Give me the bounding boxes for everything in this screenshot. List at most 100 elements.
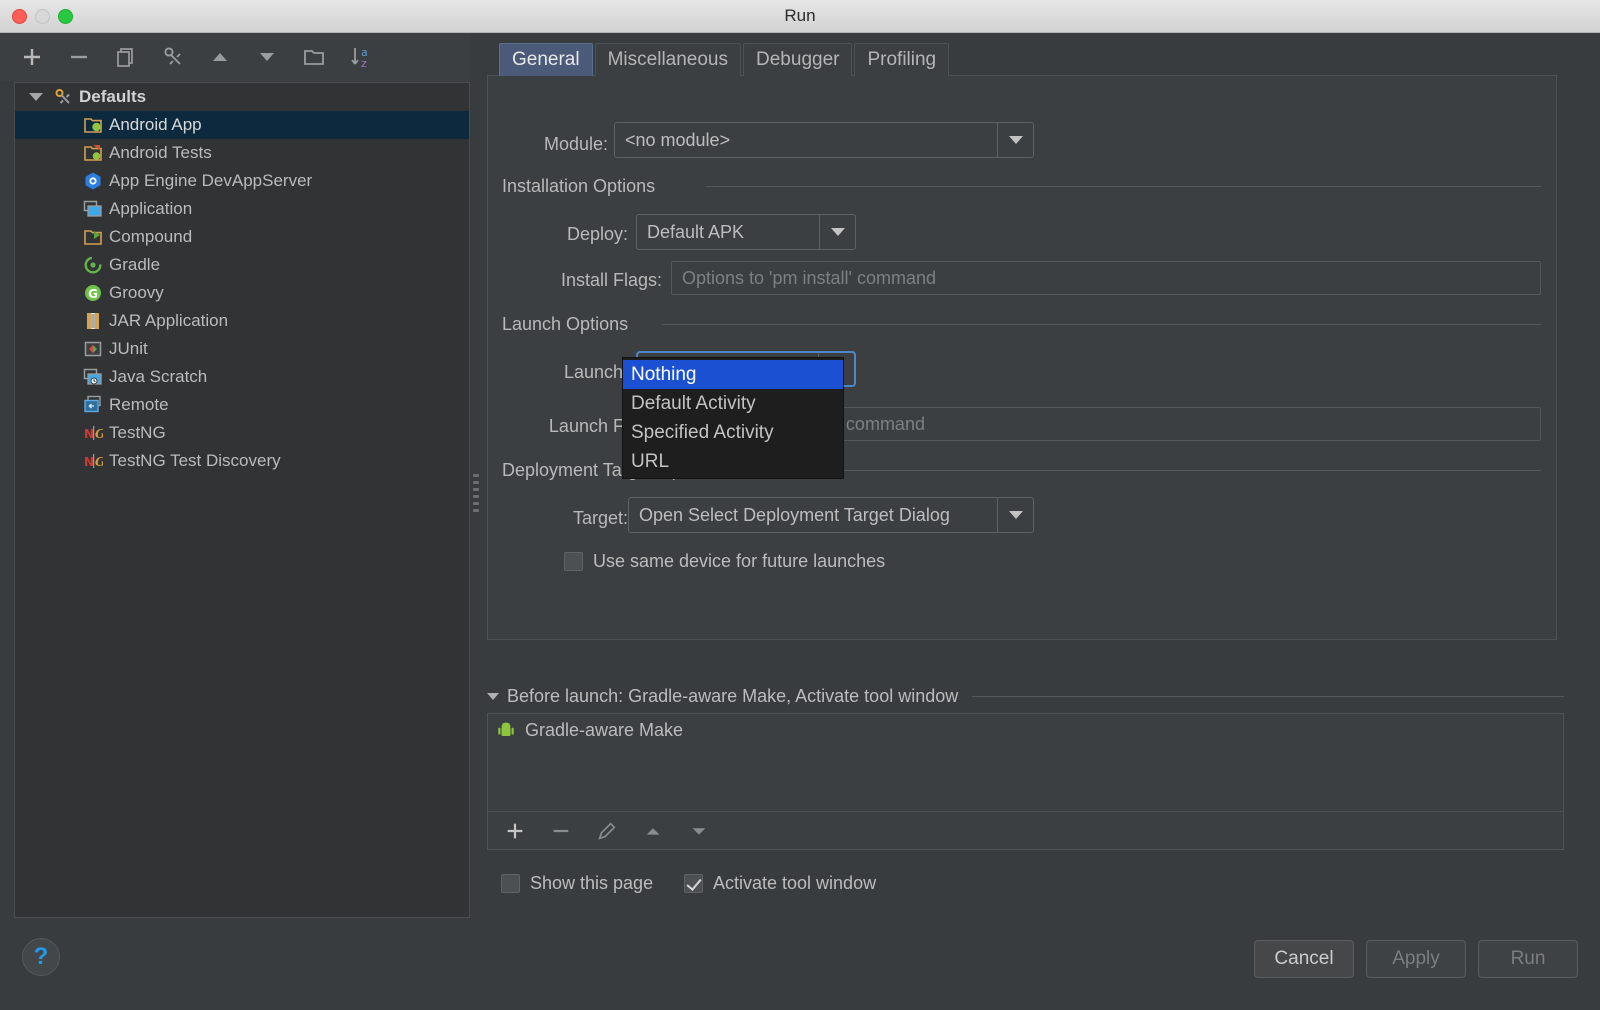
configurations-tree[interactable]: Defaults Android App Android Tests <box>14 82 470 918</box>
tab-label: Debugger <box>756 49 839 71</box>
button-label: Cancel <box>1274 948 1333 970</box>
svg-text:N: N <box>84 427 94 441</box>
sidebar-item-jar-application[interactable]: JAR Application <box>15 307 469 335</box>
sidebar-item-android-app[interactable]: Android App <box>15 111 469 139</box>
run-button[interactable]: Run <box>1478 940 1578 978</box>
apply-button[interactable]: Apply <box>1366 940 1466 978</box>
sidebar-item-label: Compound <box>109 227 192 247</box>
launch-label: Launch: <box>502 362 628 383</box>
remove-configuration-button[interactable] <box>65 43 93 71</box>
configurations-toolbar: a z <box>0 33 470 81</box>
install-flags-input[interactable]: Options to 'pm install' command <box>671 261 1541 295</box>
sidebar-item-application[interactable]: Application <box>15 195 469 223</box>
sidebar-item-label: TestNG <box>109 423 166 443</box>
sidebar-item-junit[interactable]: JUnit <box>15 335 469 363</box>
installation-options-title: Installation Options <box>502 176 665 197</box>
before-launch-header[interactable]: Before launch: Gradle-aware Make, Activa… <box>487 686 1564 707</box>
android-tests-icon <box>83 143 103 163</box>
move-down-button[interactable] <box>253 43 281 71</box>
chevron-down-icon[interactable] <box>487 693 499 700</box>
deploy-value: Default APK <box>637 215 819 249</box>
option-label: Default Activity <box>631 393 756 415</box>
sidebar-item-label: Application <box>109 199 192 219</box>
edit-templates-button[interactable] <box>159 43 187 71</box>
sidebar-item-testng[interactable]: N G TestNG <box>15 419 469 447</box>
section-divider <box>788 470 1541 471</box>
checkbox-box[interactable] <box>501 874 520 893</box>
launch-option-url[interactable]: URL <box>623 447 843 476</box>
svg-text:G: G <box>88 287 98 301</box>
edit-task-button[interactable] <box>594 818 620 844</box>
chevron-down-icon[interactable] <box>819 215 855 249</box>
tree-root-defaults[interactable]: Defaults <box>15 83 469 111</box>
sidebar-item-android-tests[interactable]: Android Tests <box>15 139 469 167</box>
splitter-grip[interactable] <box>473 474 479 526</box>
before-launch-task-list[interactable]: Gradle-aware Make <box>487 713 1564 812</box>
section-divider <box>972 696 1564 697</box>
launch-dropdown-popup[interactable]: Nothing Default Activity Specified Activ… <box>622 357 844 479</box>
sidebar-item-groovy[interactable]: G Groovy <box>15 279 469 307</box>
tab-general[interactable]: General <box>499 43 593 76</box>
create-folder-button[interactable] <box>300 43 328 71</box>
tab-debugger[interactable]: Debugger <box>743 43 852 76</box>
activate-tool-window-checkbox[interactable]: Activate tool window <box>684 873 876 894</box>
compound-icon <box>83 227 103 247</box>
launch-option-nothing[interactable]: Nothing <box>623 360 843 389</box>
help-button[interactable]: ? <box>22 938 60 976</box>
launch-option-default-activity[interactable]: Default Activity <box>623 389 843 418</box>
sort-configurations-button[interactable]: a z <box>347 43 375 71</box>
tab-label: General <box>512 49 580 71</box>
add-configuration-button[interactable] <box>18 43 46 71</box>
target-combobox[interactable]: Open Select Deployment Target Dialog <box>628 497 1034 533</box>
android-icon <box>496 721 516 741</box>
pane-splitter[interactable] <box>472 82 480 918</box>
activate-tool-window-label: Activate tool window <box>713 873 876 894</box>
show-this-page-checkbox[interactable]: Show this page <box>501 873 653 894</box>
before-launch-task-row[interactable]: Gradle-aware Make <box>488 714 1563 741</box>
move-task-down-button[interactable] <box>686 818 712 844</box>
sidebar-item-remote[interactable]: Remote <box>15 391 469 419</box>
settings-tabs: General Miscellaneous Debugger Profiling <box>484 42 1584 76</box>
android-app-icon <box>83 115 103 135</box>
tree-root-label: Defaults <box>79 87 146 107</box>
launch-option-specified-activity[interactable]: Specified Activity <box>623 418 843 447</box>
sidebar-item-app-engine-devappserver[interactable]: App Engine DevAppServer <box>15 167 469 195</box>
sidebar-item-gradle[interactable]: Gradle <box>15 251 469 279</box>
use-same-device-checkbox[interactable]: Use same device for future launches <box>564 551 885 572</box>
launch-options-title: Launch Options <box>502 314 638 335</box>
checkbox-box[interactable] <box>684 874 703 893</box>
move-up-button[interactable] <box>206 43 234 71</box>
move-task-up-button[interactable] <box>640 818 666 844</box>
tab-profiling[interactable]: Profiling <box>854 43 949 76</box>
use-same-device-label: Use same device for future launches <box>593 551 885 572</box>
remove-task-button[interactable] <box>548 818 574 844</box>
deploy-combobox[interactable]: Default APK <box>636 214 856 250</box>
sidebar-item-compound[interactable]: Compound <box>15 223 469 251</box>
option-label: Specified Activity <box>631 422 774 444</box>
module-combobox[interactable]: <no module> <box>614 122 1034 158</box>
svg-text:z: z <box>361 57 367 70</box>
sidebar-item-label: Java Scratch <box>109 367 207 387</box>
chevron-down-icon[interactable] <box>997 498 1033 532</box>
target-label: Target: <box>502 508 628 529</box>
checkbox-box[interactable] <box>564 552 583 571</box>
sidebar-item-label: TestNG Test Discovery <box>109 451 281 471</box>
before-launch-section: Before launch: Gradle-aware Make, Activa… <box>487 686 1564 850</box>
target-value: Open Select Deployment Target Dialog <box>629 498 997 532</box>
app-engine-icon <box>83 171 103 191</box>
chevron-down-icon[interactable] <box>997 123 1033 157</box>
cancel-button[interactable]: Cancel <box>1254 940 1354 978</box>
copy-configuration-button[interactable] <box>112 43 140 71</box>
sidebar-item-testng-test-discovery[interactable]: N G TestNG Test Discovery <box>15 447 469 475</box>
sidebar-item-label: Android Tests <box>109 143 212 163</box>
tab-label: Miscellaneous <box>608 49 728 71</box>
add-task-button[interactable] <box>502 818 528 844</box>
wrench-icon <box>53 87 73 107</box>
sidebar-item-java-scratch[interactable]: Java Scratch <box>15 363 469 391</box>
tab-miscellaneous[interactable]: Miscellaneous <box>595 43 741 76</box>
sidebar-item-label: Android App <box>109 115 202 135</box>
chevron-down-icon[interactable] <box>29 93 43 101</box>
svg-text:G: G <box>95 427 103 441</box>
groovy-icon: G <box>83 283 103 303</box>
testng-icon: N G <box>83 423 103 443</box>
